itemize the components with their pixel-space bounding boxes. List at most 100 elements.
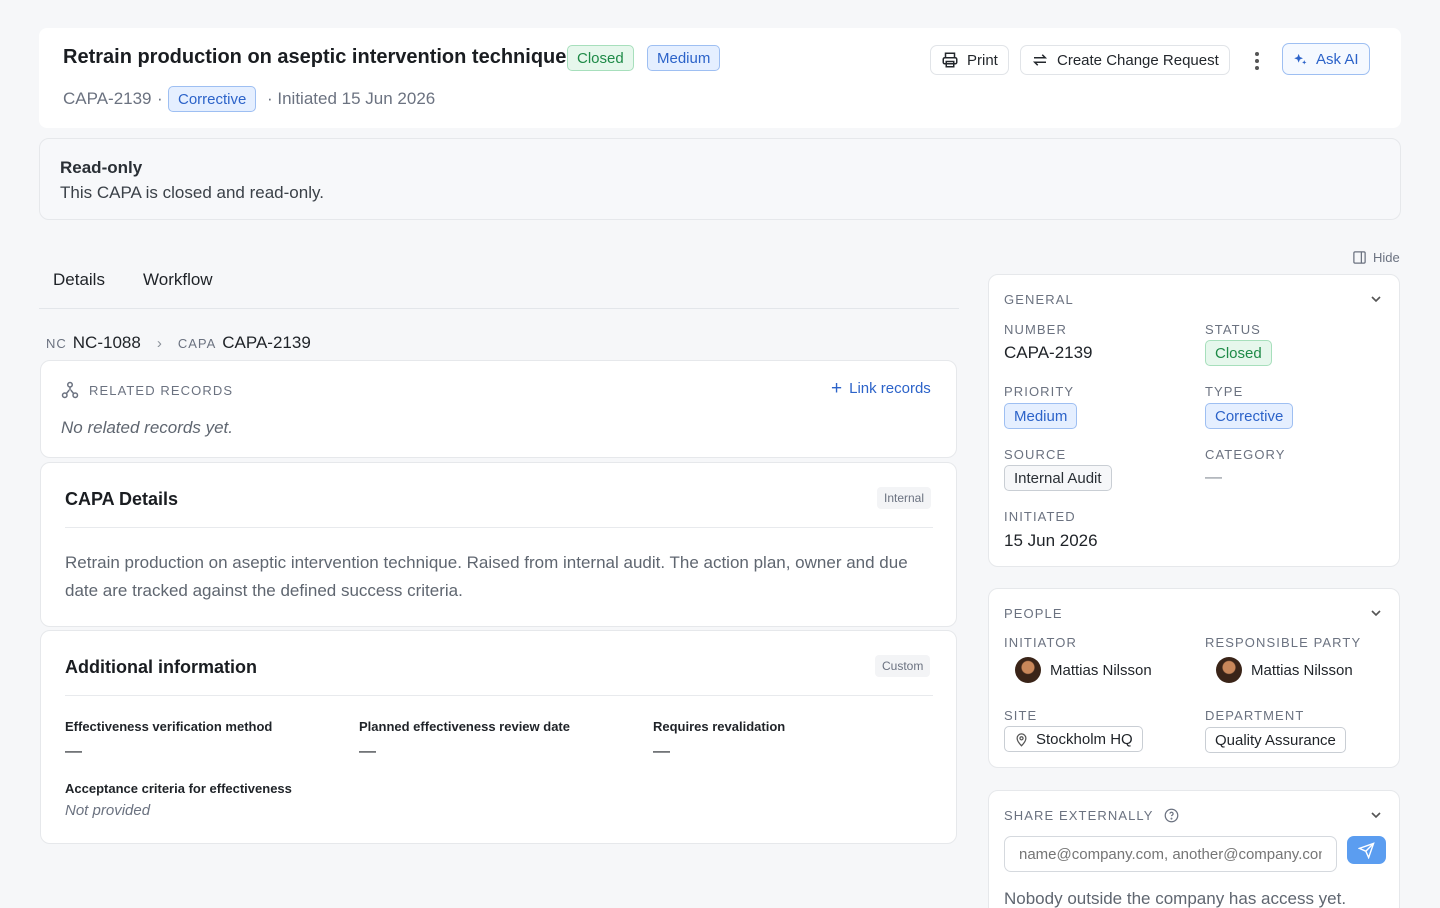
initiator-person: Mattias Nilsson [1015,657,1152,683]
status-badge: Closed [567,45,634,71]
banner-text: This CAPA is closed and read-only. [60,183,324,202]
related-records-heading: RELATED RECORDS [89,383,234,398]
category-label: CATEGORY [1205,447,1286,462]
page-title: Retrain production on aseptic interventi… [63,46,567,68]
chevron-down-icon[interactable] [1368,807,1384,823]
capa-details-card: CAPA Details Internal Retrain production… [40,462,957,627]
field-value: — [65,741,82,760]
chevron-down-icon[interactable] [1368,291,1384,307]
field-label: Effectiveness verification method [65,719,273,734]
source-label: SOURCE [1004,447,1067,462]
priority-label: PRIORITY [1004,384,1075,399]
chevron-down-icon[interactable] [1368,605,1384,621]
internal-tag: Internal [877,487,932,509]
source-value-badge: Internal Audit [1004,465,1112,491]
print-label: Print [967,51,998,69]
department-label: DEPARTMENT [1205,708,1305,723]
breadcrumb-capa-id: CAPA-2139 [222,333,311,352]
help-circle-icon[interactable] [1164,808,1179,823]
general-heading: GENERAL [1004,292,1074,307]
banner-title: Read-only [60,158,143,177]
print-button[interactable]: Print [930,45,1009,75]
initiator-label: INITIATOR [1004,635,1077,650]
send-icon [1358,841,1375,859]
read-only-banner: Read-only This CAPA is closed and read-o… [39,138,1401,220]
responsible-label: RESPONSIBLE PARTY [1205,635,1362,650]
related-records-empty: No related records yet. [61,418,233,437]
create-change-request-label: Create Change Request [1057,51,1219,69]
field-label: Acceptance criteria for effectiveness [65,781,292,796]
field-label: Planned effectiveness review date [359,719,570,734]
more-options-icon[interactable] [1249,50,1265,72]
department-value-badge: Quality Assurance [1205,727,1346,753]
priority-value-badge: Medium [1004,403,1078,429]
general-panel: GENERAL NUMBER CAPA-2139 STATUS Closed P… [988,274,1400,567]
sparkle-icon [1294,53,1307,64]
priority-badge: Medium [647,45,721,71]
share-heading: SHARE EXTERNALLY [1004,808,1154,823]
breadcrumb-nc-prefix: NC [46,336,67,351]
responsible-person: Mattias Nilsson [1216,657,1353,683]
header-card: Retrain production on aseptic interventi… [39,28,1401,128]
ask-ai-label: Ask AI [1316,50,1359,68]
capa-details-divider [65,527,933,528]
printer-icon [942,52,958,68]
field-label: Requires revalidation [653,719,786,734]
capa-description: Retrain production on aseptic interventi… [65,553,908,600]
field-value: Not provided [65,802,151,819]
category-value: — [1205,467,1222,486]
avatar [1015,657,1041,683]
separator: · [157,89,163,108]
link-records-button[interactable]: + Link records [831,377,931,399]
additional-info-card: Additional information Custom Effectiven… [40,630,957,844]
additional-info-title: Additional information [65,657,257,677]
status-label: STATUS [1205,322,1261,337]
breadcrumb-capa-prefix: CAPA [177,336,217,351]
capa-details-title: CAPA Details [65,489,179,509]
breadcrumb: NC NC-1088 › CAPA CAPA-2139 [46,333,311,353]
tab-details[interactable]: Details [53,270,105,290]
ask-ai-button[interactable]: Ask AI [1282,43,1370,75]
share-email-input[interactable] [1004,836,1337,872]
hierarchy-icon [61,381,79,399]
location-pin-icon [1016,732,1027,747]
avatar [1216,657,1242,683]
hide-label: Hide [1373,250,1400,265]
site-value-badge: Stockholm HQ [1004,726,1143,752]
create-change-request-button[interactable]: Create Change Request [1020,45,1230,75]
people-heading: PEOPLE [1004,606,1063,621]
type-value-badge: Corrective [1205,403,1294,429]
breadcrumb-nc-link[interactable]: NC-1088 [73,333,141,353]
field-value: — [653,741,670,760]
status-value-badge: Closed [1205,340,1272,366]
type-label: TYPE [1205,384,1244,399]
initiated-value: 15 Jun 2026 [1004,531,1098,550]
hide-panel-button[interactable]: Hide [1352,250,1400,265]
custom-tag: Custom [875,655,931,677]
people-panel: PEOPLE INITIATOR Mattias Nilsson RESPONS… [988,588,1400,768]
initiator-name: Mattias Nilsson [1050,661,1152,679]
responsible-name: Mattias Nilsson [1251,661,1353,679]
plus-icon: + [831,377,843,399]
initiated-label: INITIATED [1004,509,1076,524]
number-value: CAPA-2139 [1004,343,1093,362]
related-records-card: RELATED RECORDS + Link records No relate… [40,360,957,458]
field-value: — [359,741,376,760]
swap-arrows-icon [1032,54,1048,66]
initiated-text: · Initiated 15 Jun 2026 [267,89,436,108]
share-note: Nobody outside the company has access ye… [1004,889,1347,908]
site-value: Stockholm HQ [1036,730,1133,748]
share-heading-row: SHARE EXTERNALLY [1004,808,1179,823]
share-panel: SHARE EXTERNALLY Nobody outside the comp… [988,790,1400,908]
record-id: CAPA-2139 [63,89,152,108]
tab-workflow[interactable]: Workflow [143,270,213,290]
send-button[interactable] [1347,836,1386,864]
number-label: NUMBER [1004,322,1067,337]
tabs-divider [39,308,959,309]
type-badge: Corrective [168,86,257,112]
panel-icon [1353,251,1366,264]
chevron-right-icon: › [156,335,162,352]
site-label: SITE [1004,708,1038,723]
link-records-label: Link records [849,380,931,397]
additional-info-divider [65,695,933,696]
